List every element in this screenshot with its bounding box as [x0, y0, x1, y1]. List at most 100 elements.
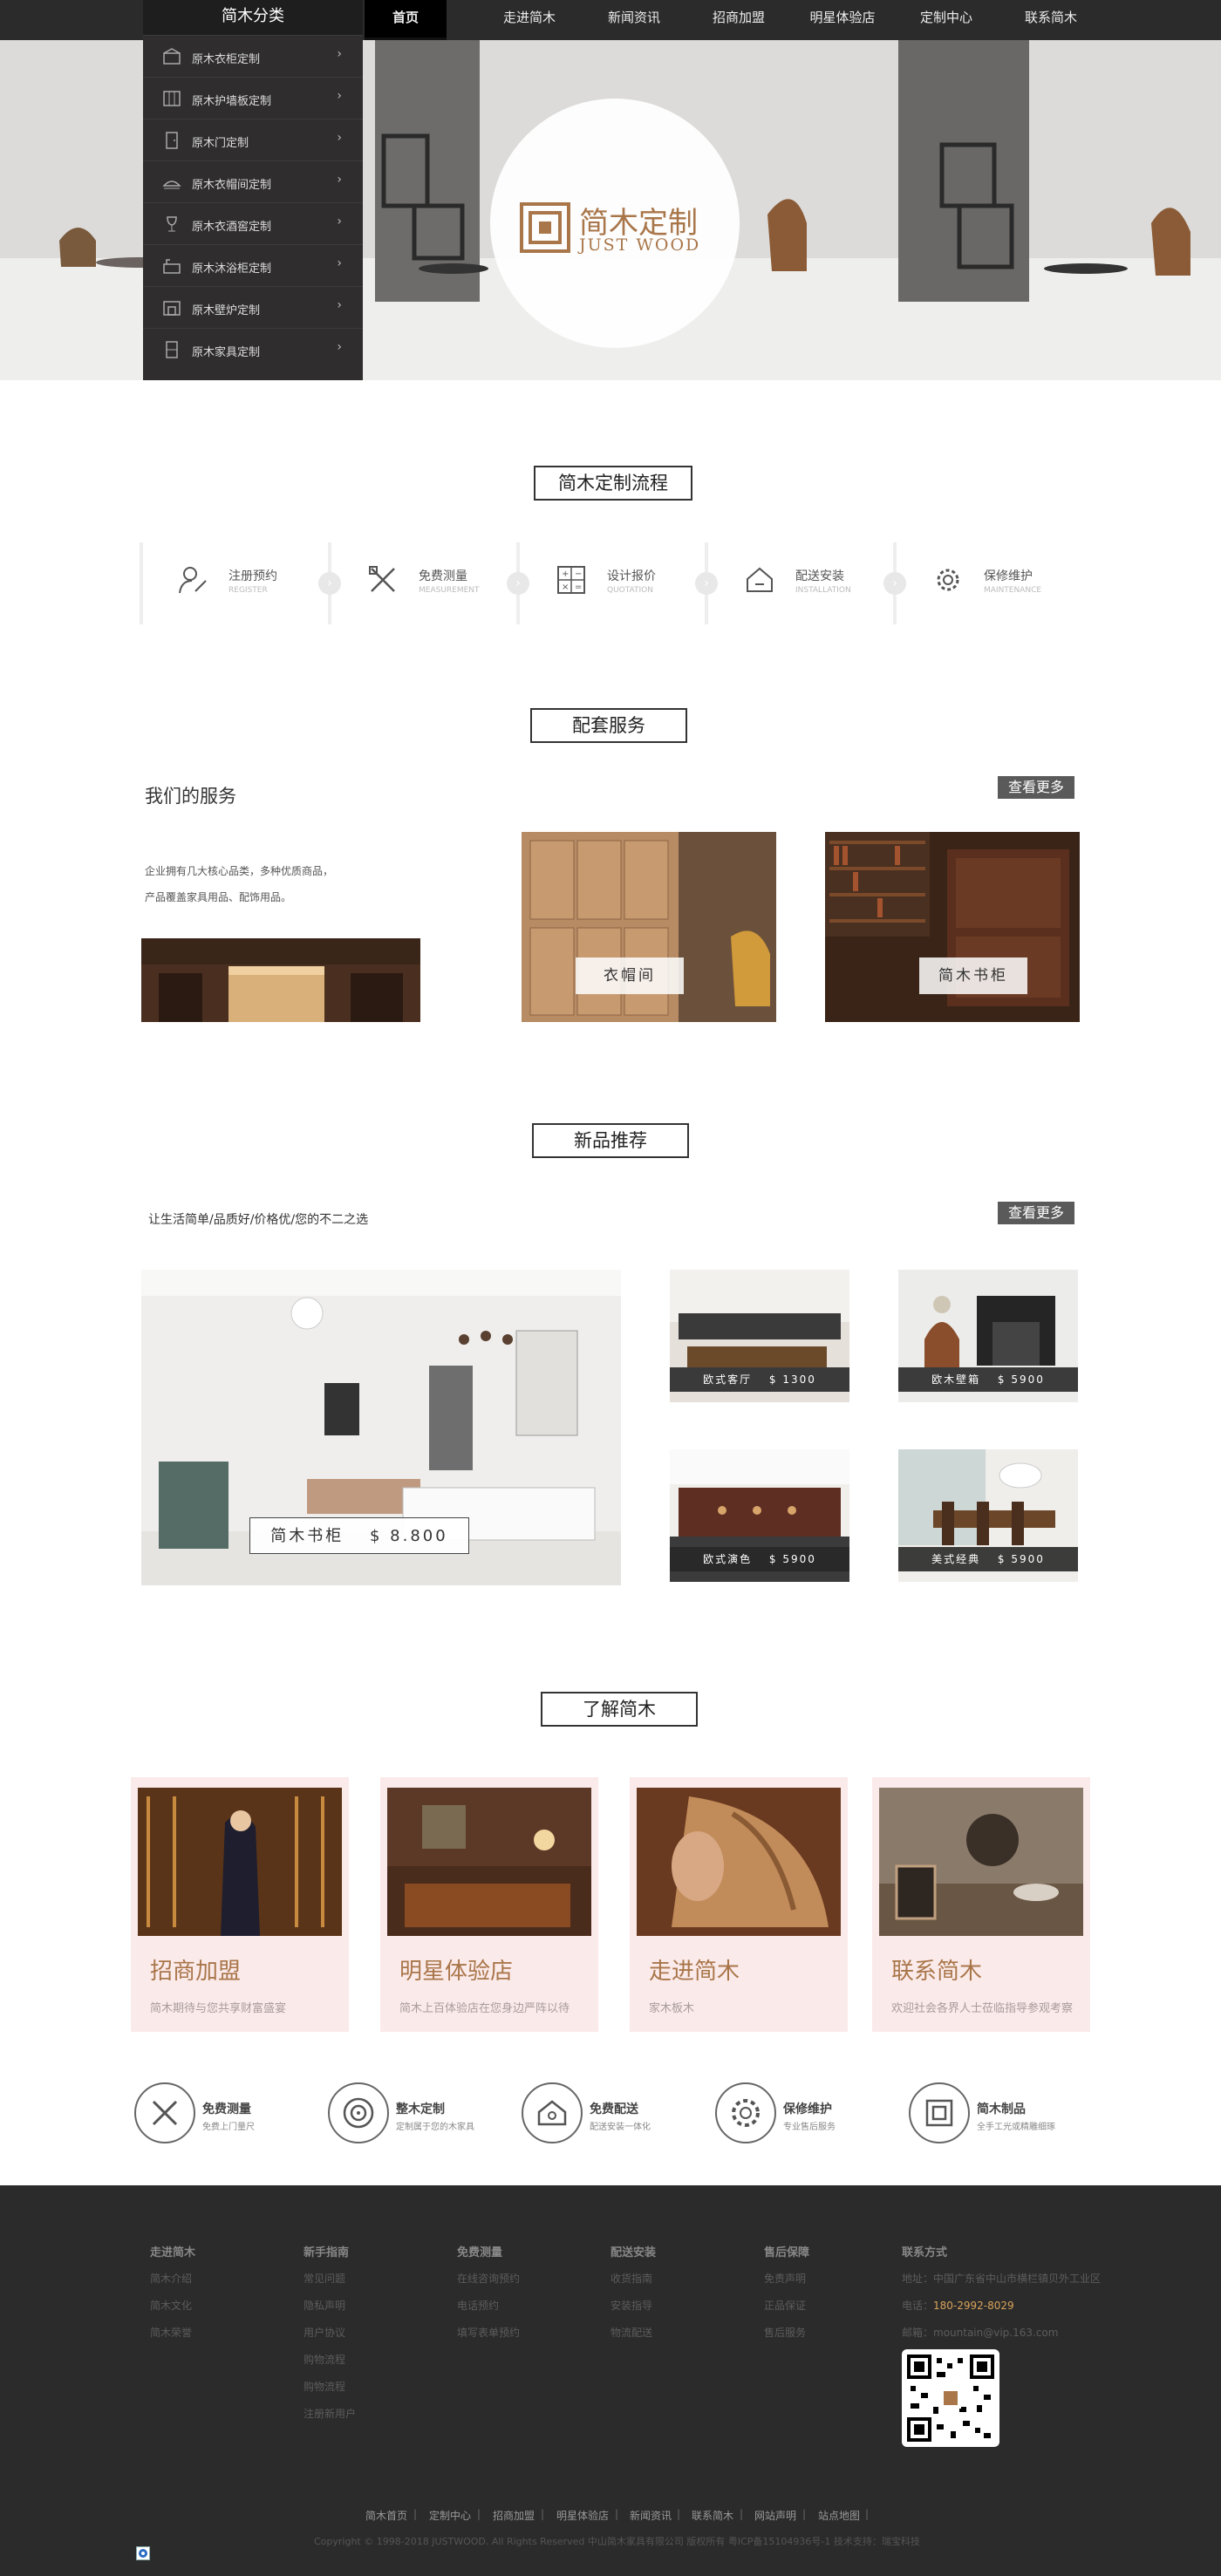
category-item[interactable]: 原木门定制 ›	[143, 119, 363, 160]
feature-item: 保修维护 专业售后服务	[715, 2082, 890, 2143]
category-item[interactable]: 原木护墙板定制 ›	[143, 77, 363, 119]
nav-contact[interactable]: 联系简木	[1010, 0, 1092, 40]
footer-link[interactable]: 正品保证	[764, 2298, 809, 2313]
category-item[interactable]: 原木衣柜定制 ›	[143, 35, 363, 77]
badge-icon[interactable]	[136, 2546, 150, 2560]
category-item[interactable]: 原木壁炉定制 ›	[143, 286, 363, 328]
hero-logo-en: JUST WOOD	[579, 235, 701, 255]
house-icon	[745, 565, 774, 595]
footer-link[interactable]: 注册新用户	[304, 2406, 356, 2421]
process-step: + − × = 设计报价 QUOTATION	[556, 542, 705, 624]
footer-link[interactable]: 隐私声明	[304, 2298, 356, 2313]
about-image	[387, 1788, 591, 1936]
gear-icon	[933, 565, 963, 595]
footer-link[interactable]: 用户协议	[304, 2325, 356, 2340]
about-card-intro[interactable]: 走进简木 家木板木	[630, 1777, 848, 2032]
separator: |	[802, 2508, 807, 2520]
product-card-label: 欧式演色 $ 5900	[670, 1547, 849, 1571]
fireplace-icon	[162, 299, 181, 317]
footer-bottom-link[interactable]: 新闻资讯	[630, 2508, 672, 2523]
footer-link[interactable]: 常见问题	[304, 2271, 356, 2286]
services-more-button[interactable]: 查看更多	[998, 776, 1074, 799]
measure-icon	[134, 2082, 195, 2143]
footer-link[interactable]: 简木文化	[150, 2298, 195, 2313]
products-more-button[interactable]: 查看更多	[998, 1202, 1074, 1224]
process-step: 配送安装 INSTALLATION	[745, 542, 893, 624]
about-image	[138, 1788, 342, 1936]
arrow-right-icon: ›	[883, 572, 906, 595]
footer-phone: 180-2992-8029	[933, 2300, 1014, 2312]
wine-icon	[162, 215, 181, 233]
footer-link[interactable]: 购物流程	[304, 2352, 356, 2367]
about-card-contact[interactable]: 联系简木 欢迎社会各界人士莅临指导参观考察	[872, 1777, 1090, 2032]
footer-link[interactable]: 免责声明	[764, 2271, 809, 2286]
product-card-label: 美式经典 $ 5900	[898, 1547, 1078, 1571]
nav-news[interactable]: 新闻资讯	[593, 0, 675, 40]
brand-logo-icon	[909, 2082, 970, 2143]
category-menu: 简木分类 原木衣柜定制 › 原木护墙板定制 › 原木门定制 › 原木衣帽间定制 › 原木…	[143, 0, 363, 380]
service-card-label: 衣帽间	[576, 957, 684, 994]
footer-bottom-link[interactable]: 网站声明	[754, 2508, 796, 2523]
nav-stores[interactable]: 明星体验店	[797, 0, 888, 40]
service-card-cloakroom[interactable]: 衣帽间	[522, 832, 776, 1022]
measure-icon	[368, 565, 398, 595]
delivery-house-icon	[522, 2082, 583, 2143]
footer-link[interactable]: 电话预约	[457, 2298, 520, 2313]
footer-address: 地址：中国广东省中山市横栏镇贝外工业区	[902, 2273, 1102, 2285]
footer-link[interactable]: 填写表单预约	[457, 2325, 520, 2340]
cloakroom-icon	[162, 174, 181, 191]
footer-bottom-link[interactable]: 站点地图	[818, 2508, 860, 2523]
wardrobe-icon	[162, 48, 181, 65]
product-card[interactable]: 欧式客厅 $ 1300	[670, 1270, 849, 1402]
category-item[interactable]: 原木衣帽间定制 ›	[143, 160, 363, 202]
service-card-bookcase[interactable]: 简木书柜	[825, 832, 1080, 1022]
footer-link[interactable]: 简木介绍	[150, 2271, 195, 2286]
separator: |	[615, 2508, 619, 2520]
category-item[interactable]: 原木沐浴柜定制 ›	[143, 244, 363, 286]
category-item[interactable]: 原木衣酒窖定制 ›	[143, 202, 363, 244]
separator: |	[541, 2508, 545, 2520]
wall-panel-icon	[162, 90, 181, 107]
svg-text:=: =	[575, 583, 582, 592]
category-item[interactable]: 原木家具定制 ›	[143, 328, 363, 370]
footer-bottom-link[interactable]: 定制中心	[429, 2508, 471, 2523]
chevron-right-icon: ›	[337, 131, 342, 145]
footer-link[interactable]: 安装指导	[610, 2298, 656, 2313]
footer-bottom-link[interactable]: 明星体验店	[556, 2508, 609, 2523]
footer-link[interactable]: 收货指南	[610, 2271, 656, 2286]
chevron-right-icon: ›	[337, 89, 342, 103]
product-card[interactable]: 美式经典 $ 5900	[898, 1449, 1078, 1582]
about-card-franchise[interactable]: 招商加盟 简木期待与您共享财富盛宴	[131, 1777, 349, 2032]
footer-bottom-link[interactable]: 简木首页	[365, 2508, 407, 2523]
nav-about[interactable]: 走进简木	[488, 0, 570, 40]
footer-bottom-link[interactable]: 联系简木	[692, 2508, 733, 2523]
footer-link[interactable]: 物流配送	[610, 2325, 656, 2340]
about-card-stores[interactable]: 明星体验店 简木上百体验店在您身边严阵以待	[380, 1777, 598, 2032]
qr-code	[902, 2349, 999, 2447]
nav-home[interactable]: 首页	[365, 0, 447, 40]
chevron-right-icon: ›	[337, 340, 342, 354]
footer-link[interactable]: 简木荣誉	[150, 2325, 195, 2340]
chevron-right-icon: ›	[337, 173, 342, 187]
footer-link[interactable]: 在线咨询预约	[457, 2271, 520, 2286]
product-card[interactable]: 欧式演色 $ 5900	[670, 1449, 849, 1582]
chevron-right-icon: ›	[337, 298, 342, 312]
product-card[interactable]: 欧木壁箱 $ 5900	[898, 1270, 1078, 1402]
svg-text:×: ×	[562, 583, 569, 592]
door-icon	[162, 132, 181, 149]
services-desc-line1: 企业拥有几大核心品类，多种优质商品，	[145, 865, 334, 877]
arrow-right-icon: ›	[695, 572, 718, 595]
footer-link[interactable]: 售后服务	[764, 2325, 809, 2340]
footer-col: 配送安装 收货指南 安装指导 物流配送	[610, 2246, 657, 2340]
bath-cabinet-icon	[162, 257, 181, 275]
arrow-right-icon: ›	[318, 572, 341, 595]
nav-franchise[interactable]: 招商加盟	[698, 0, 780, 40]
product-main-card[interactable]: 简木书柜 $ 8.800	[141, 1270, 621, 1585]
svg-text:−: −	[575, 569, 582, 579]
arrow-right-icon: ›	[507, 572, 529, 595]
footer-contact: 联系方式 地址：中国广东省中山市横栏镇贝外工业区 电话：180-2992-802…	[902, 2246, 1102, 2339]
nav-custom[interactable]: 定制中心	[905, 0, 987, 40]
footer-bottom-link[interactable]: 招商加盟	[493, 2508, 535, 2523]
footer-link[interactable]: 购物流程	[304, 2379, 356, 2394]
brand-logo-icon	[520, 202, 570, 253]
